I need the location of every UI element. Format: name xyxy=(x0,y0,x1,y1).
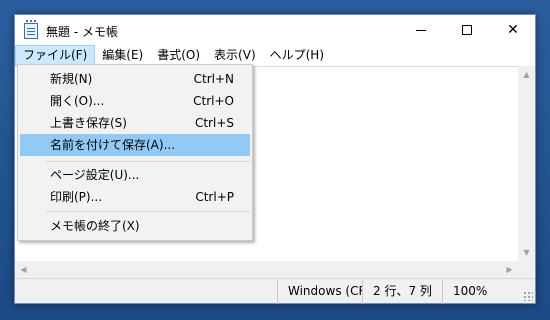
menu-separator xyxy=(46,161,250,162)
menu-item-print[interactable]: 印刷(P)... Ctrl+P xyxy=(20,186,250,208)
scroll-down-icon[interactable]: ▼ xyxy=(518,244,535,261)
notepad-icon xyxy=(24,20,38,39)
menu-item-save[interactable]: 上書き保存(S) Ctrl+S xyxy=(20,112,250,134)
minimize-button[interactable] xyxy=(398,15,444,45)
scrollbar-corner xyxy=(518,261,535,278)
menu-item-label: ページ設定(U)... xyxy=(50,168,140,182)
status-cursor-position: 2 行、7 列 xyxy=(362,279,442,304)
menu-item-shortcut: Ctrl+N xyxy=(193,72,234,86)
resize-grip-icon[interactable] xyxy=(523,291,533,301)
menu-item-page-setup[interactable]: ページ設定(U)... xyxy=(20,164,250,186)
menu-edit[interactable]: 編集(E) xyxy=(95,45,150,66)
status-encoding: Windows (CRLF) xyxy=(277,279,362,304)
title-bar[interactable]: 無題 - メモ帳 ✕ xyxy=(15,15,535,45)
menu-item-exit[interactable]: メモ帳の終了(X) xyxy=(20,215,250,237)
menu-item-shortcut: Ctrl+S xyxy=(194,116,234,130)
scroll-up-icon[interactable]: ▲ xyxy=(518,66,535,83)
vertical-scrollbar[interactable]: ▲ ▼ xyxy=(518,66,535,278)
menu-view[interactable]: 表示(V) xyxy=(207,45,263,66)
menu-separator xyxy=(46,211,250,212)
minimize-icon xyxy=(416,29,426,31)
menu-format[interactable]: 書式(O) xyxy=(150,45,207,66)
menu-item-shortcut: Ctrl+O xyxy=(193,94,234,108)
menu-item-label: 上書き保存(S) xyxy=(50,116,127,130)
close-button[interactable]: ✕ xyxy=(490,15,536,45)
menu-help[interactable]: ヘルプ(H) xyxy=(263,45,331,66)
menu-item-open[interactable]: 開く(O)... Ctrl+O xyxy=(20,90,250,112)
menu-item-save-as[interactable]: 名前を付けて保存(A)... xyxy=(20,134,250,156)
status-bar: Windows (CRLF) 2 行、7 列 100% xyxy=(15,278,535,304)
menu-item-new[interactable]: 新規(N) Ctrl+N xyxy=(20,68,250,90)
menu-item-label: メモ帳の終了(X) xyxy=(50,219,140,233)
scroll-right-icon[interactable]: ▶ xyxy=(501,261,518,278)
menu-item-label: 開く(O)... xyxy=(50,94,105,108)
menu-item-shortcut: Ctrl+P xyxy=(195,190,234,204)
menu-item-label: 新規(N) xyxy=(50,72,93,86)
menu-item-label: 印刷(P)... xyxy=(50,190,103,204)
horizontal-scrollbar[interactable]: ◀ ▶ xyxy=(15,261,518,278)
menu-item-label: 名前を付けて保存(A)... xyxy=(50,138,176,152)
scroll-left-icon[interactable]: ◀ xyxy=(15,261,32,278)
maximize-button[interactable] xyxy=(444,15,490,45)
maximize-icon xyxy=(462,25,472,35)
menu-file[interactable]: ファイル(F) xyxy=(15,45,96,66)
close-icon: ✕ xyxy=(507,22,519,38)
file-menu-dropdown: 新規(N) Ctrl+N 開く(O)... Ctrl+O 上書き保存(S) Ct… xyxy=(17,64,253,241)
status-zoom: 100% xyxy=(442,279,518,304)
window-title: 無題 - メモ帳 xyxy=(46,25,118,39)
menu-bar: ファイル(F) 編集(E) 書式(O) 表示(V) ヘルプ(H) xyxy=(15,45,535,66)
